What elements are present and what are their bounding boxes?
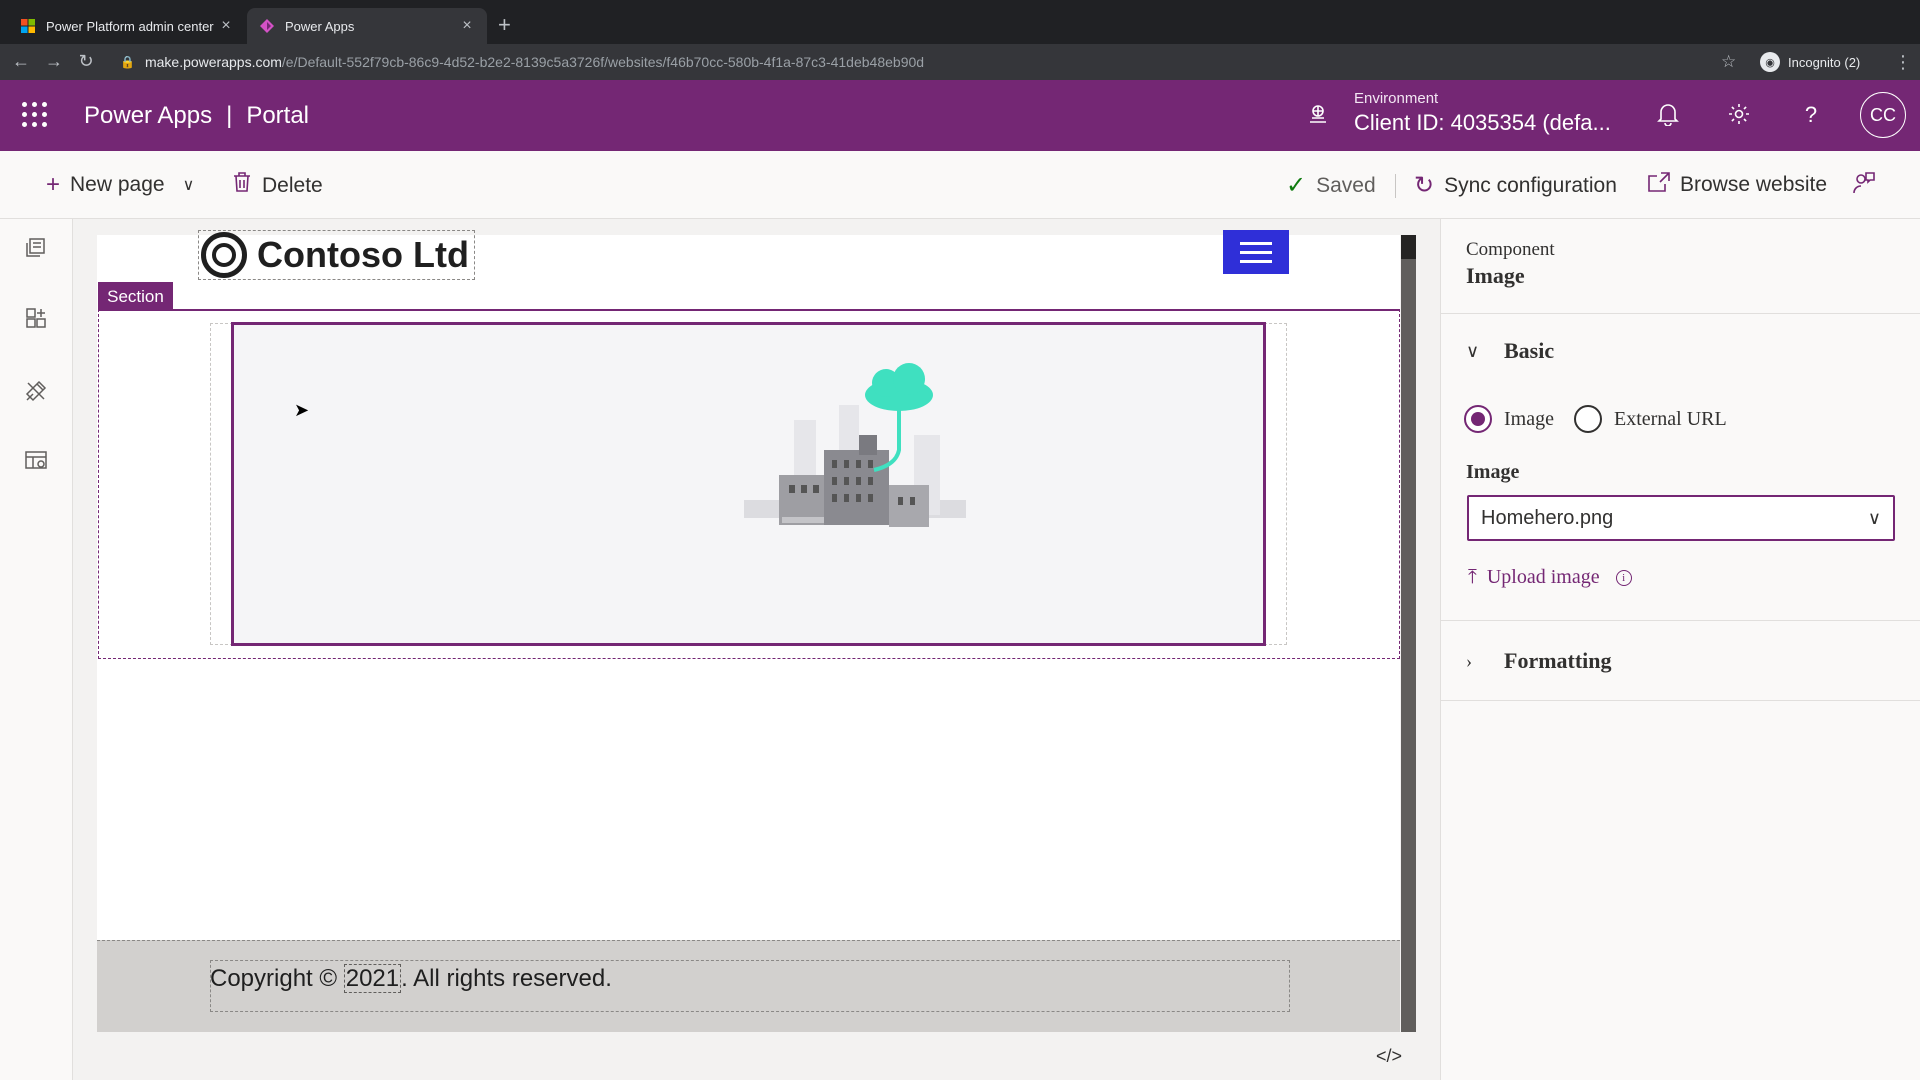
- upload-label: Upload image: [1486, 566, 1600, 588]
- component-label: Component: [1466, 239, 1555, 260]
- section-tag: Section: [98, 282, 173, 311]
- lock-icon: 🔒: [120, 55, 135, 69]
- help-icon[interactable]: ?: [1797, 102, 1825, 128]
- delete-button[interactable]: Delete: [232, 171, 323, 200]
- tab-title: Power Platform admin center: [46, 18, 214, 34]
- microsoft-logo-icon: [21, 19, 35, 33]
- radio-image[interactable]: [1464, 405, 1492, 433]
- close-tab-icon[interactable]: ×: [218, 17, 234, 35]
- command-separator: [1395, 174, 1396, 198]
- incognito-label: Incognito (2): [1788, 54, 1861, 70]
- power-apps-icon: [260, 19, 274, 33]
- section-name: Portal: [246, 102, 310, 129]
- city-illustration: [744, 363, 966, 527]
- new-page-label: New page: [70, 173, 165, 196]
- forward-arrow-icon[interactable]: →: [43, 51, 65, 72]
- app-title: Power Apps | Portal: [84, 102, 309, 130]
- checkmark-icon: ✓: [1286, 172, 1307, 199]
- bell-icon[interactable]: [1654, 102, 1682, 132]
- environment-label: Environment: [1354, 90, 1439, 107]
- hamburger-menu-icon[interactable]: [1223, 230, 1289, 274]
- basic-section-header[interactable]: ∨ Basic: [1466, 338, 1554, 364]
- saved-label: Saved: [1316, 173, 1376, 197]
- browse-label: Browse website: [1680, 173, 1828, 196]
- copyright-year[interactable]: 2021: [343, 964, 402, 993]
- mouse-pointer: ➤: [294, 400, 310, 420]
- environment-value[interactable]: Client ID: 4035354 (defa...: [1354, 110, 1611, 136]
- browser-tab-power-apps[interactable]: Power Apps ×: [247, 8, 487, 44]
- url-host: make.powerapps.com: [144, 54, 282, 70]
- radio-external-label: External URL: [1613, 407, 1727, 430]
- back-arrow-icon[interactable]: ←: [10, 51, 32, 72]
- bookmark-star-icon[interactable]: ☆: [1721, 52, 1736, 72]
- new-page-button[interactable]: + New page ∨: [46, 171, 194, 199]
- left-rail: [0, 219, 73, 1080]
- gear-icon[interactable]: [1725, 102, 1753, 132]
- copyright-suffix: . All rights reserved.: [401, 965, 612, 992]
- tab-title: Power Apps: [285, 18, 355, 34]
- plus-icon: +: [46, 171, 61, 198]
- image-source-radio-group: Image External URL: [1464, 405, 1727, 433]
- app-launcher-icon[interactable]: [22, 102, 48, 128]
- formatting-section-label: Formatting: [1504, 648, 1612, 673]
- new-tab-icon[interactable]: +: [498, 12, 511, 38]
- panel-divider: [1441, 620, 1920, 621]
- upload-icon: ⤒: [1468, 566, 1477, 588]
- saved-status: ✓ Saved: [1286, 171, 1376, 200]
- chevron-right-icon: ›: [1466, 650, 1472, 671]
- incognito-icon: ◉: [1760, 52, 1780, 72]
- copyright-text[interactable]: Copyright © 2021. All rights reserved.: [210, 964, 612, 993]
- image-selected-value: Homehero.png: [1481, 506, 1614, 529]
- sync-label: Sync configuration: [1444, 173, 1617, 197]
- trash-icon: [232, 171, 252, 200]
- canvas-scrollbar[interactable]: [1401, 235, 1416, 1032]
- browser-tab-admin-center[interactable]: Power Platform admin center ×: [8, 8, 246, 44]
- basic-section-label: Basic: [1504, 338, 1555, 363]
- close-tab-icon[interactable]: ×: [459, 17, 475, 35]
- incognito-indicator[interactable]: ◉ Incognito (2): [1760, 50, 1860, 74]
- radio-image-label: Image: [1504, 407, 1554, 430]
- contoso-logo-icon: [201, 232, 247, 278]
- themes-icon[interactable]: [22, 379, 50, 407]
- browser-address-bar: ← → ↻ 🔒 make.powerapps.com/e/Default-552…: [0, 44, 1920, 80]
- site-logo[interactable]: Contoso Ltd: [198, 230, 475, 280]
- app-header: Power Apps | Portal Environment Client I…: [0, 80, 1920, 151]
- canvas-scroll-thumb[interactable]: [1401, 235, 1416, 259]
- app-name[interactable]: Power Apps: [84, 102, 212, 130]
- chevron-down-icon[interactable]: ∨: [183, 175, 195, 195]
- browser-menu-icon[interactable]: ⋮: [1894, 52, 1912, 73]
- image-field-label: Image: [1466, 461, 1520, 483]
- components-icon[interactable]: [22, 307, 50, 335]
- title-separator: |: [226, 102, 233, 129]
- delete-label: Delete: [262, 173, 323, 197]
- url-path: /e/Default-552f79cb-86c9-4d52-b2e2-8139c…: [281, 54, 925, 70]
- chevron-down-icon: ∨: [1867, 507, 1881, 528]
- url-field[interactable]: 🔒 make.powerapps.com/e/Default-552f79cb-…: [120, 47, 1760, 77]
- sync-icon: ↻: [1414, 172, 1435, 199]
- avatar[interactable]: CC: [1860, 92, 1906, 138]
- radio-external-url[interactable]: [1573, 405, 1602, 433]
- chevron-down-icon: ∨: [1466, 340, 1480, 361]
- copyright-prefix: Copyright ©: [210, 965, 344, 992]
- templates-icon[interactable]: [22, 449, 50, 477]
- panel-divider: [1441, 313, 1920, 314]
- browser-tab-strip: Power Platform admin center × Power Apps…: [0, 0, 1920, 44]
- browse-website-button[interactable]: Browse website: [1648, 171, 1827, 199]
- hero-image-component[interactable]: [231, 322, 1266, 646]
- feedback-icon[interactable]: [1852, 171, 1876, 202]
- open-external-icon: [1648, 171, 1670, 199]
- environment-icon[interactable]: [1306, 102, 1330, 132]
- component-title: Image: [1466, 263, 1525, 288]
- command-bar: + New page ∨ Delete ✓ Saved ↻ Sync confi…: [0, 151, 1920, 219]
- sync-configuration-button[interactable]: ↻ Sync configuration: [1414, 171, 1617, 200]
- pages-icon[interactable]: [22, 235, 50, 263]
- reload-icon[interactable]: ↻: [75, 51, 97, 72]
- code-editor-icon[interactable]: </>: [1376, 1046, 1402, 1067]
- formatting-section-header[interactable]: › Formatting: [1466, 648, 1612, 674]
- image-select-dropdown[interactable]: Homehero.png ∨: [1467, 495, 1895, 541]
- info-icon[interactable]: i: [1615, 569, 1632, 586]
- upload-image-link[interactable]: ⤒ Upload image i: [1468, 566, 1632, 589]
- panel-divider: [1441, 700, 1920, 701]
- logo-text: Contoso Ltd: [257, 234, 469, 275]
